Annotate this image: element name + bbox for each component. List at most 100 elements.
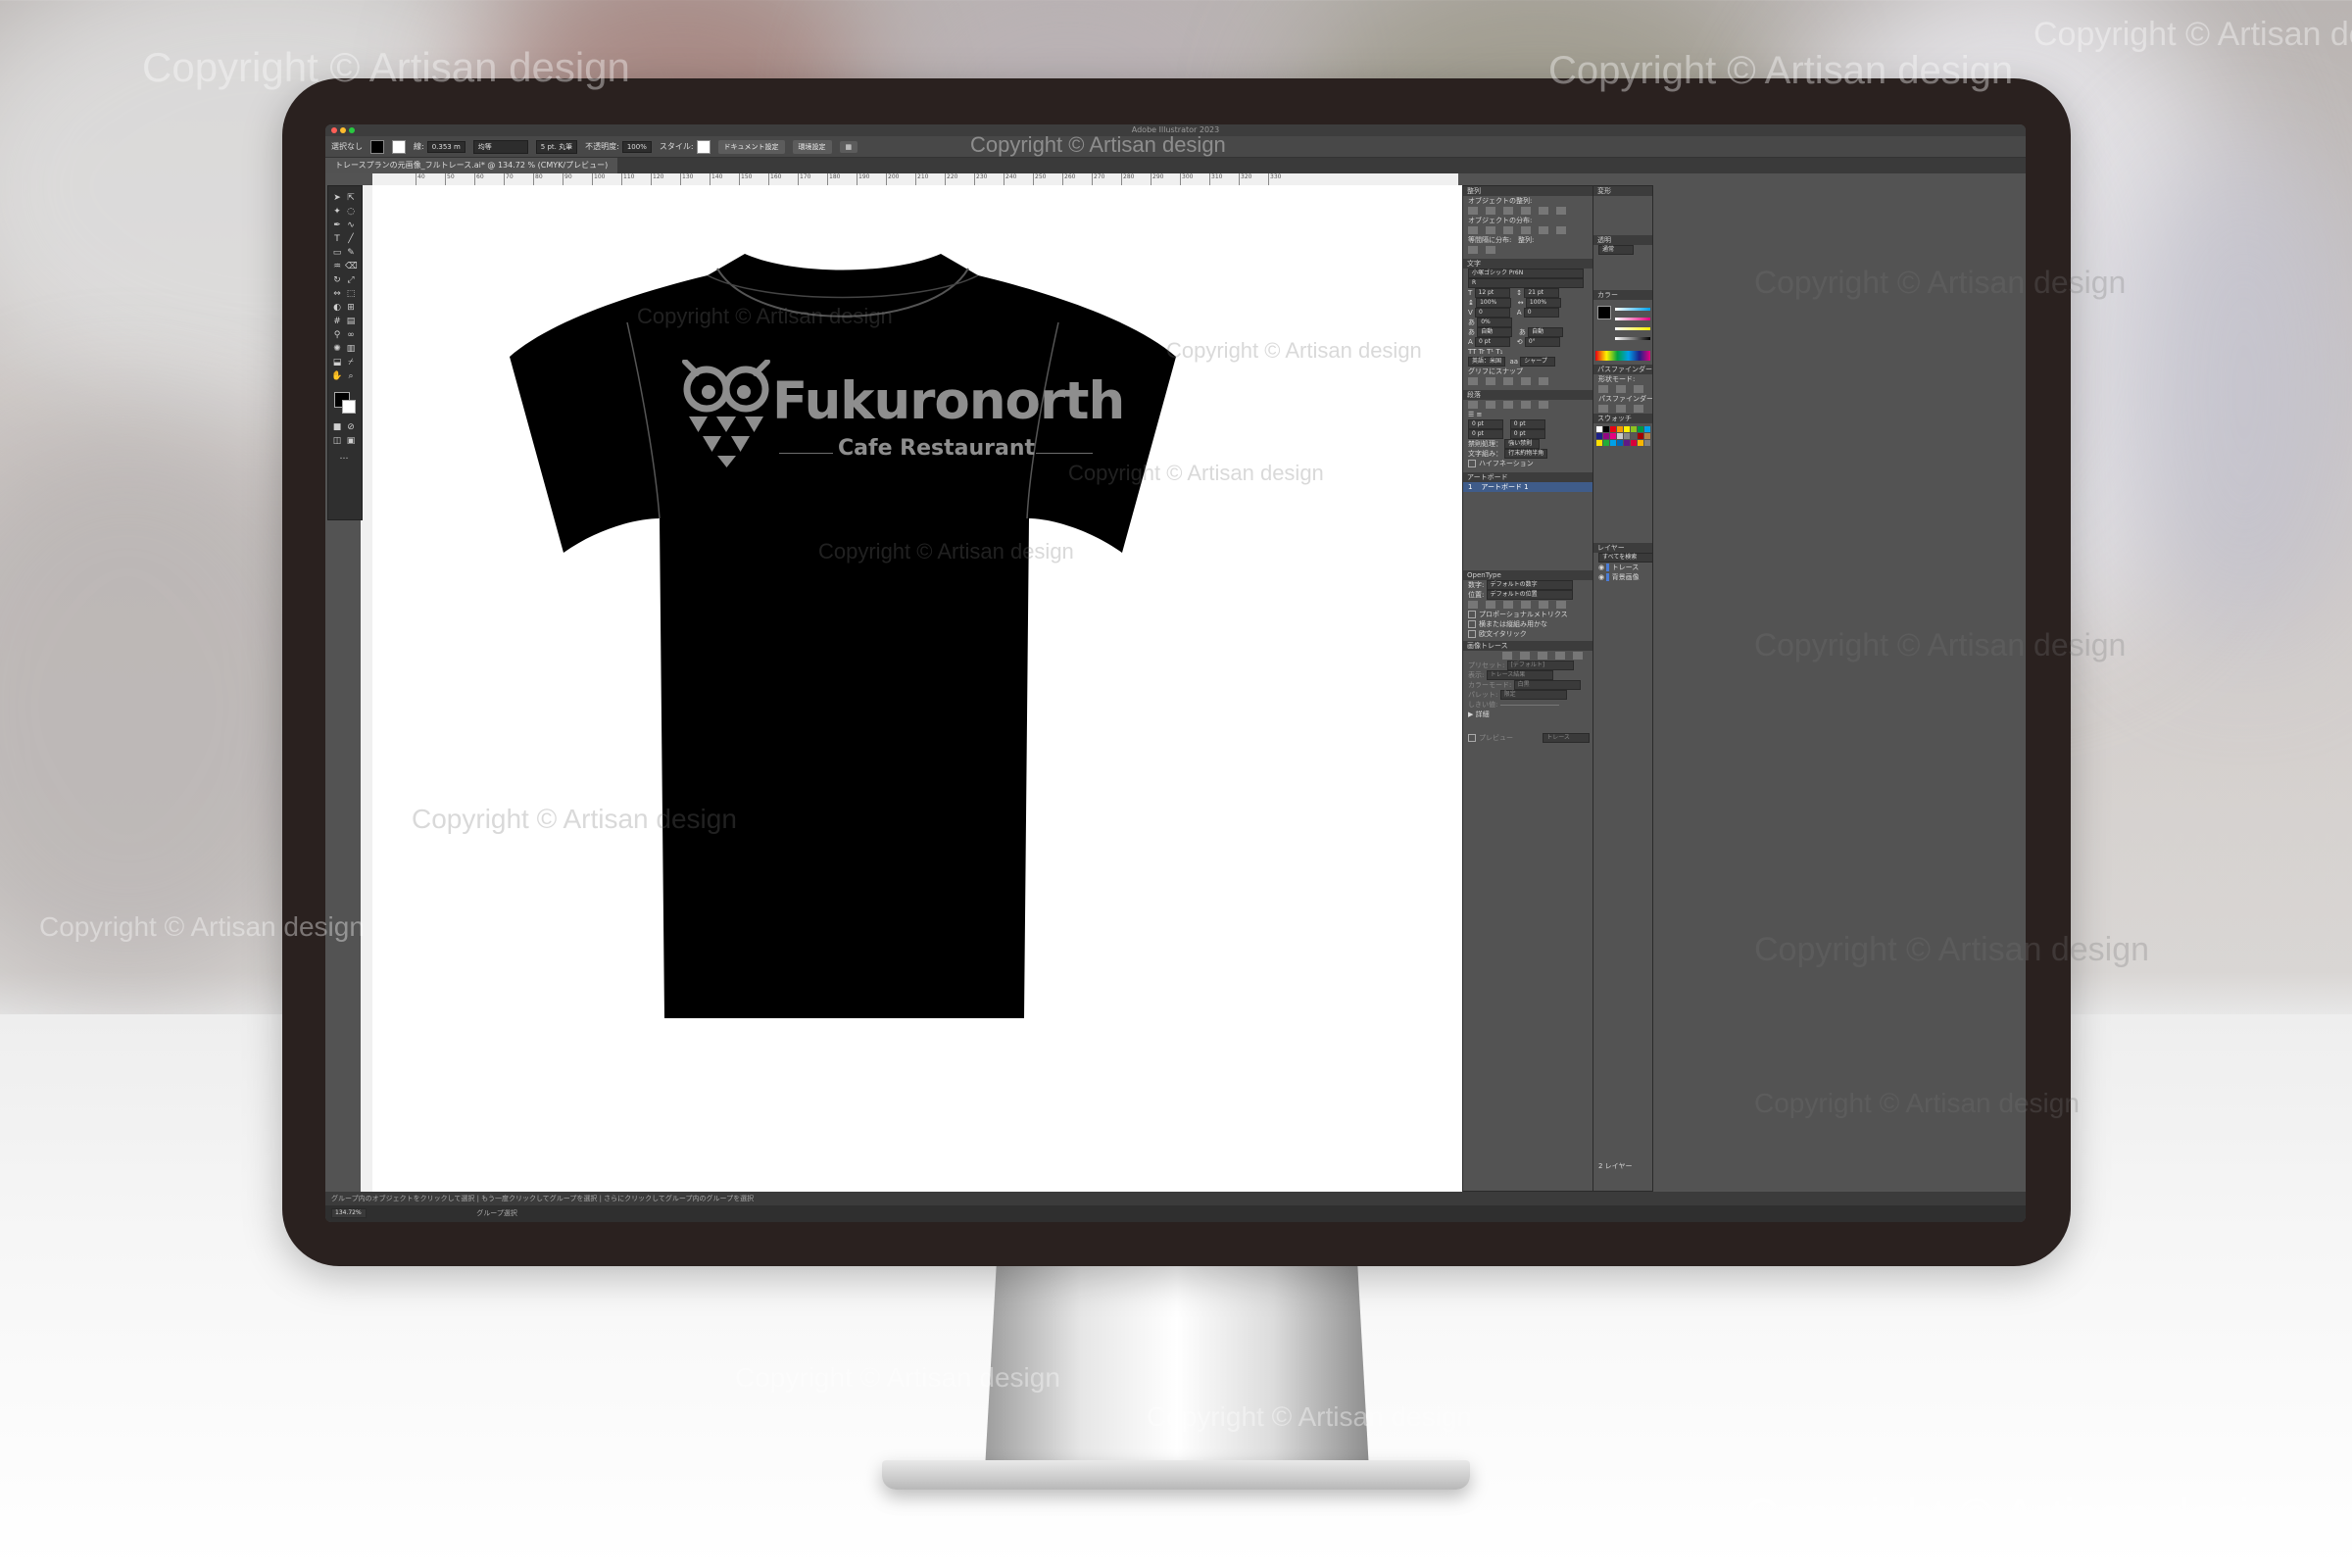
trace-button[interactable]: トレース (1543, 733, 1591, 743)
small-caps-icon[interactable]: Tr (1479, 348, 1485, 356)
swatch-chip[interactable] (1638, 433, 1643, 439)
left-indent-field[interactable]: 0 pt (1468, 419, 1503, 429)
swatches-panel-title[interactable]: スウォッチ (1593, 414, 1652, 423)
swatch-chip[interactable] (1610, 426, 1616, 432)
swatch-chip[interactable] (1624, 433, 1630, 439)
swatch-chip[interactable] (1617, 440, 1623, 446)
width-tool-icon[interactable]: ⇔ (331, 288, 343, 300)
zoom-window-button[interactable] (349, 127, 355, 133)
para-justify-all-icon[interactable] (1539, 401, 1548, 409)
color-mode-icon[interactable]: ■ (331, 421, 343, 433)
magenta-slider[interactable] (1615, 318, 1650, 320)
artboard-tool-icon[interactable]: ⬓ (331, 357, 343, 368)
intersect-icon[interactable] (1634, 385, 1643, 393)
leading-field[interactable]: 21 pt (1524, 288, 1560, 298)
position-dropdown[interactable]: デフォルトの位置 (1486, 590, 1573, 600)
shape-builder-tool-icon[interactable]: ◐ (331, 302, 343, 314)
swatch-chip[interactable] (1644, 440, 1650, 446)
stroke-profile-dropdown[interactable]: 均等 (472, 139, 528, 154)
snap-xheight-icon[interactable] (1486, 377, 1495, 385)
kinsoku-dropdown[interactable]: 強い禁則 (1504, 439, 1541, 449)
swatch-chip[interactable] (1631, 433, 1637, 439)
opentype-option-1-checkbox[interactable] (1468, 611, 1476, 618)
hand-tool-icon[interactable]: ✋ (331, 370, 343, 382)
minimize-window-button[interactable] (340, 127, 346, 133)
magic-wand-tool-icon[interactable]: ✦ (331, 206, 343, 218)
close-window-button[interactable] (331, 127, 337, 133)
threshold-slider[interactable] (1499, 704, 1559, 706)
direct-selection-tool-icon[interactable]: ⇱ (345, 192, 357, 204)
hyphenation-row[interactable]: ハイフネーション (1463, 459, 1592, 468)
lasso-tool-icon[interactable]: ◌ (345, 206, 357, 218)
superscript-icon[interactable]: T¹ (1487, 348, 1494, 356)
opentype-option-1[interactable]: プロポーショナルメトリクス (1463, 610, 1592, 619)
rotate-tool-icon[interactable]: ↻ (331, 274, 343, 286)
grayscale-icon[interactable] (1555, 652, 1565, 660)
tracking-field[interactable]: 0 (1523, 308, 1559, 318)
pencil-tool-icon[interactable]: ✎ (345, 247, 357, 259)
all-caps-icon[interactable]: TT (1468, 348, 1476, 356)
snap-baseline-icon[interactable] (1468, 377, 1478, 385)
opentype-option-2[interactable]: 横または縦組み用かな (1463, 619, 1592, 629)
first-line-indent-field[interactable]: 0 pt (1468, 429, 1503, 439)
swatch-chip[interactable] (1603, 433, 1609, 439)
zoom-tool-icon[interactable]: ⌕ (345, 370, 357, 382)
aki-right-field[interactable]: 自動 (1528, 327, 1564, 337)
color-panel-title[interactable]: カラー (1593, 290, 1652, 300)
character-panel-title[interactable]: 文字 (1463, 259, 1592, 269)
arrange-icon[interactable]: ▦ (839, 140, 858, 153)
numbered-list-icon[interactable]: ≡ (1477, 411, 1483, 418)
slice-tool-icon[interactable]: ⌿ (345, 357, 357, 368)
selection-tool-icon[interactable]: ➤ (331, 192, 343, 204)
swatch-chip[interactable] (1624, 440, 1630, 446)
stroke-color-icon[interactable] (342, 400, 356, 414)
black-white-icon[interactable] (1573, 652, 1583, 660)
visibility-eye-icon[interactable]: ◉ (1598, 564, 1604, 571)
kerning-field[interactable]: 0 (1475, 308, 1511, 318)
image-trace-panel-title[interactable]: 画像トレース (1463, 641, 1592, 651)
hspace-icon[interactable] (1486, 246, 1495, 254)
line-tool-icon[interactable]: ╱ (345, 233, 357, 245)
layer-row-background[interactable]: ◉ 背景画像 (1593, 572, 1652, 582)
low-color-icon[interactable] (1538, 652, 1547, 660)
swatch-chip[interactable] (1638, 426, 1643, 432)
screen-mode-icon[interactable]: ▣ (345, 435, 357, 447)
swatch-chip[interactable] (1617, 426, 1623, 432)
swash-icon[interactable] (1521, 601, 1531, 609)
brand-logo[interactable]: Fukuronorth Cafe Restaurant (681, 360, 1125, 487)
distribute-top-icon[interactable] (1468, 226, 1478, 234)
layers-search-input[interactable]: すべてを検索 (1598, 553, 1652, 563)
baseline-field[interactable]: 0 pt (1475, 337, 1511, 347)
hscale-field[interactable]: 100% (1525, 298, 1561, 308)
pen-tool-icon[interactable]: ✒ (331, 220, 343, 231)
transparency-panel-title[interactable]: 透明 (1593, 235, 1652, 245)
layer-row-trace[interactable]: ◉ トレース (1593, 563, 1652, 572)
para-justify-icon[interactable] (1521, 401, 1531, 409)
swatch-chip[interactable] (1644, 433, 1650, 439)
distribute-left-icon[interactable] (1521, 226, 1531, 234)
artboard-canvas[interactable]: Fukuronorth Cafe Restaurant (372, 185, 1462, 1192)
high-color-icon[interactable] (1520, 652, 1530, 660)
eyedropper-tool-icon[interactable]: ⚲ (331, 329, 343, 341)
ordinals-icon[interactable] (1556, 601, 1566, 609)
swatch-chip[interactable] (1631, 440, 1637, 446)
blend-tool-icon[interactable]: ∞ (345, 329, 357, 341)
distribute-vcenter-icon[interactable] (1486, 226, 1495, 234)
para-align-right-icon[interactable] (1503, 401, 1513, 409)
brush-dropdown[interactable]: 5 pt. 丸筆 (535, 139, 578, 154)
swatch-chip[interactable] (1644, 426, 1650, 432)
tshirt-artwork[interactable] (470, 215, 1215, 1136)
para-align-left-icon[interactable] (1468, 401, 1478, 409)
black-slider[interactable] (1615, 337, 1650, 340)
snap-bounds-icon[interactable] (1503, 377, 1513, 385)
pathfinder-panel-title[interactable]: パスファインダー (1593, 365, 1652, 374)
artboards-panel-title[interactable]: アートボード (1463, 472, 1592, 482)
unite-icon[interactable] (1598, 385, 1608, 393)
swatch-chip[interactable] (1631, 426, 1637, 432)
perspective-grid-tool-icon[interactable]: ⊞ (345, 302, 357, 314)
curvature-tool-icon[interactable]: ∿ (345, 220, 357, 231)
mojikumi-dropdown[interactable]: 行末約物半角 (1504, 449, 1548, 459)
align-bottom-icon[interactable] (1556, 207, 1566, 215)
standard-ligatures-icon[interactable] (1468, 601, 1478, 609)
trace-preset-dropdown[interactable]: [デフォルト] (1506, 661, 1574, 670)
